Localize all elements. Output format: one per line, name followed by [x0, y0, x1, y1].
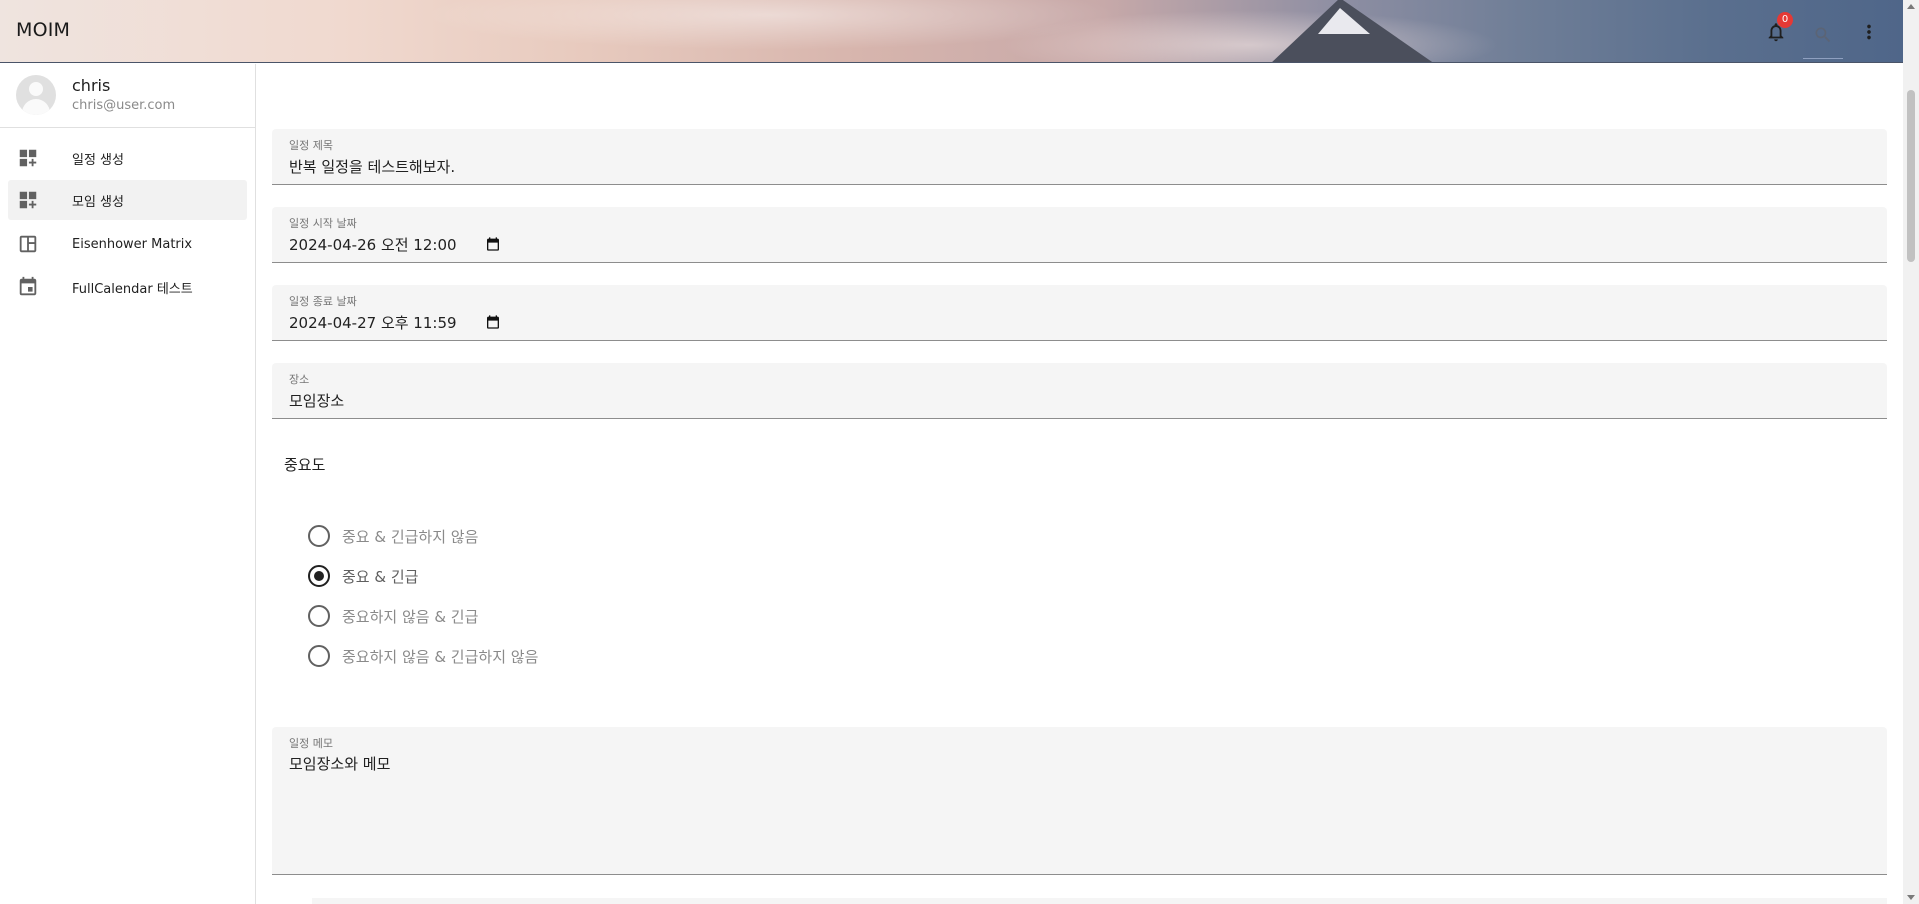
- search-icon: [1815, 27, 1831, 42]
- sidebar-item-create-schedule[interactable]: 일정 생성: [8, 138, 247, 178]
- radio-label: 중요하지 않음 & 긴급: [342, 607, 479, 626]
- location-field[interactable]: 장소 모임장소: [272, 363, 1887, 419]
- end-date-label: 일정 종료 날짜: [289, 295, 357, 308]
- more-menu-button[interactable]: [1849, 12, 1889, 52]
- memo-label: 일정 메모: [289, 737, 333, 750]
- sidebar-item-label: FullCalendar 테스트: [72, 281, 193, 297]
- more-vert-icon: [1867, 24, 1871, 40]
- importance-title: 중요도: [284, 456, 326, 474]
- title-field-label: 일정 제목: [289, 139, 333, 152]
- end-date-input[interactable]: 2024-04-27 오후 11:59: [289, 312, 1189, 333]
- memo-textarea[interactable]: 모임장소와 메모: [289, 753, 1189, 774]
- location-label: 장소: [289, 373, 310, 386]
- memo-field[interactable]: 일정 메모 모임장소와 메모: [272, 727, 1887, 875]
- start-date-field[interactable]: 일정 시작 날짜 2024-04-26 오전 12:00: [272, 207, 1887, 263]
- user-profile: chris chris@user.com: [0, 64, 255, 128]
- importance-option-not-important-urgent[interactable]: 중요하지 않음 & 긴급: [308, 605, 478, 627]
- sidebar-item-fullcalendar[interactable]: FullCalendar 테스트: [8, 267, 247, 307]
- dashboard-customize-icon: [16, 146, 40, 170]
- radio-label: 중요하지 않음 & 긴급하지 않음: [342, 647, 539, 666]
- view-quilt-icon: [16, 232, 40, 256]
- scroll-up-arrow-icon[interactable]: [1907, 4, 1915, 9]
- radio-button-checked[interactable]: [308, 565, 330, 587]
- radio-button[interactable]: [308, 645, 330, 667]
- calendar-picker-icon[interactable]: [485, 236, 501, 252]
- sidebar-item-create-meeting[interactable]: 모임 생성: [8, 180, 247, 220]
- radio-label: 중요 & 긴급: [342, 567, 419, 586]
- user-email: chris@user.com: [72, 98, 176, 113]
- title-input[interactable]: 반복 일정을 테스트해보자.: [289, 156, 1189, 177]
- title-field[interactable]: 일정 제목 반복 일정을 테스트해보자.: [272, 129, 1887, 185]
- radio-button[interactable]: [308, 525, 330, 547]
- importance-option-important-urgent[interactable]: 중요 & 긴급: [308, 565, 418, 587]
- location-input[interactable]: 모임장소: [289, 390, 1189, 411]
- search-button[interactable]: [1803, 11, 1843, 59]
- radio-label: 중요 & 긴급하지 않음: [342, 527, 479, 546]
- sidebar: chris chris@user.com 일정 생성 모임 생성 Eisenho…: [0, 64, 256, 904]
- calendar-picker-icon[interactable]: [485, 314, 501, 330]
- user-name: chris: [72, 76, 111, 95]
- page-scrollbar[interactable]: [1903, 0, 1919, 904]
- start-date-label: 일정 시작 날짜: [289, 217, 357, 230]
- app-bar: MOIM 0: [0, 0, 1903, 63]
- dashboard-customize-icon: [16, 188, 40, 212]
- header-background-snow: [1318, 8, 1370, 34]
- next-field-partial[interactable]: [312, 898, 1887, 904]
- scroll-down-arrow-icon[interactable]: [1907, 895, 1915, 900]
- importance-option-important-not-urgent[interactable]: 중요 & 긴급하지 않음: [308, 525, 478, 547]
- sidebar-item-label: 일정 생성: [72, 152, 124, 168]
- start-date-input[interactable]: 2024-04-26 오전 12:00: [289, 234, 1189, 255]
- sidebar-item-eisenhower-matrix[interactable]: Eisenhower Matrix: [8, 224, 247, 264]
- end-date-field[interactable]: 일정 종료 날짜 2024-04-27 오후 11:59: [272, 285, 1887, 341]
- scrollbar-thumb[interactable]: [1907, 90, 1915, 262]
- avatar: [16, 75, 56, 115]
- importance-option-not-important-not-urgent[interactable]: 중요하지 않음 & 긴급하지 않음: [308, 645, 538, 667]
- sidebar-item-label: 모임 생성: [72, 194, 124, 210]
- notifications-button[interactable]: 0: [1756, 12, 1796, 52]
- calendar-icon: [16, 275, 40, 299]
- radio-button[interactable]: [308, 605, 330, 627]
- app-title[interactable]: MOIM: [16, 19, 70, 41]
- sidebar-item-label: Eisenhower Matrix: [72, 236, 193, 252]
- notification-badge: 0: [1777, 12, 1793, 28]
